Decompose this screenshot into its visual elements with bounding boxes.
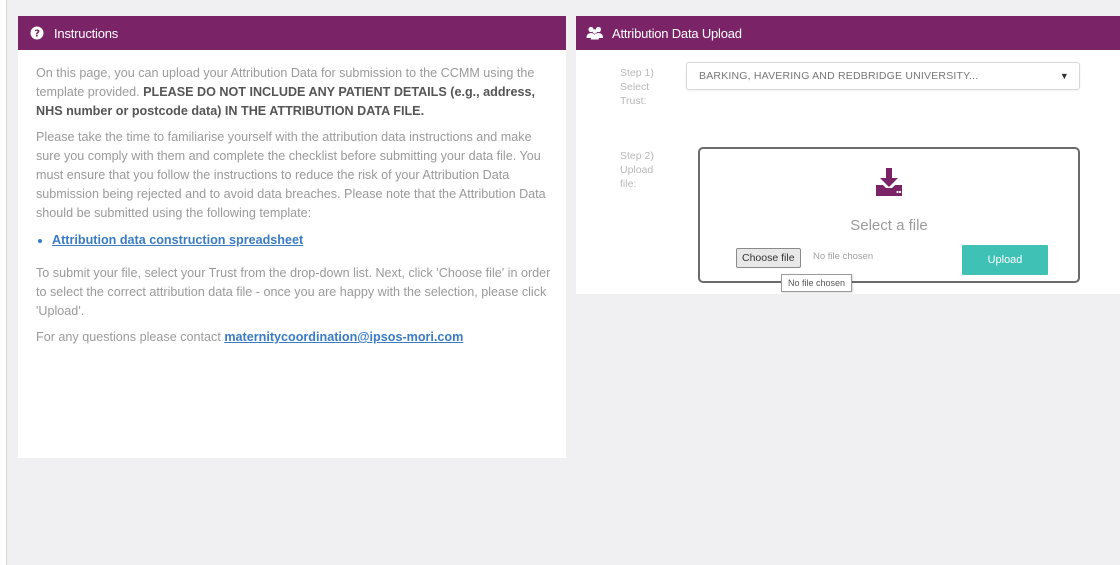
spreadsheet-link[interactable]: Attribution data construction spreadshee…	[52, 233, 303, 247]
trust-select[interactable]: BARKING, HAVERING AND REDBRIDGE UNIVERSI…	[686, 62, 1080, 90]
instructions-body: On this page, you can upload your Attrib…	[18, 50, 566, 347]
template-list-item: Attribution data construction spreadshee…	[52, 231, 552, 250]
file-dropzone[interactable]: Select a file Choose file No file chosen…	[698, 147, 1080, 283]
contact-email-link[interactable]: maternitycoordination@ipsos-mori.com	[224, 330, 463, 344]
file-tooltip: No file chosen	[781, 274, 853, 292]
dropzone-text: Select a file	[850, 217, 928, 234]
contact-text: For any questions please contact	[36, 330, 225, 344]
instructions-paragraph-3: To submit your file, select your Trust f…	[36, 266, 551, 318]
left-sidebar-edge	[0, 0, 7, 565]
question-circle-icon: ?	[28, 24, 46, 42]
template-list: Attribution data construction spreadshee…	[36, 231, 552, 250]
download-tray-icon	[875, 167, 903, 202]
caret-down-icon: ▼	[1059, 71, 1069, 81]
instructions-paragraph-1: On this page, you can upload your Attrib…	[36, 64, 552, 121]
step2-label: Step 2) Upload file:	[620, 150, 654, 190]
upload-panel: Attribution Data Upload Step 1) Select T…	[576, 16, 1120, 294]
instructions-panel: ? Instructions On this page, you can upl…	[18, 16, 566, 458]
choose-file-button[interactable]: Choose file	[736, 248, 801, 268]
upload-title: Attribution Data Upload	[612, 25, 742, 41]
trust-select-value: BARKING, HAVERING AND REDBRIDGE UNIVERSI…	[699, 70, 979, 82]
instructions-paragraph-2: Please take the time to familiarise your…	[36, 130, 546, 220]
upload-header: Attribution Data Upload	[576, 16, 1120, 50]
step1-label: Step 1) Select Trust:	[620, 67, 654, 107]
no-file-chosen-text: No file chosen	[813, 251, 874, 262]
instructions-title: Instructions	[54, 25, 119, 41]
upload-button[interactable]: Upload	[962, 245, 1048, 275]
svg-text:?: ?	[34, 29, 40, 40]
instructions-header: ? Instructions	[18, 16, 566, 50]
instructions-paragraph-4: For any questions please contact materni…	[36, 328, 552, 347]
users-icon	[586, 24, 604, 42]
